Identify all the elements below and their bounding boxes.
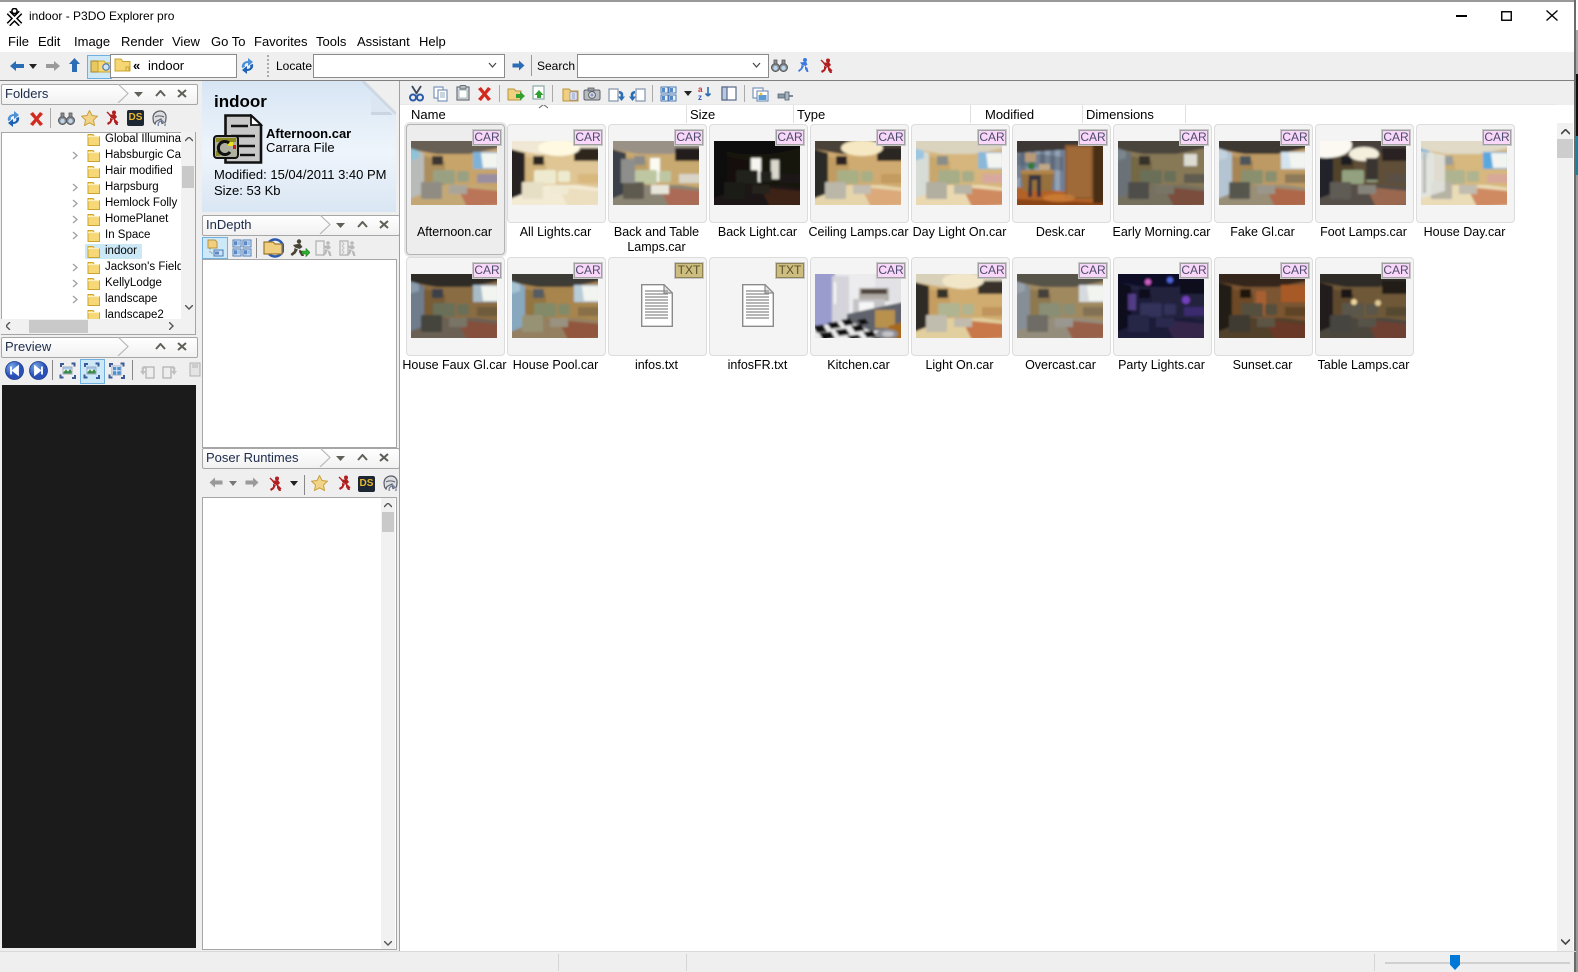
- svg-text:z: z: [698, 93, 702, 101]
